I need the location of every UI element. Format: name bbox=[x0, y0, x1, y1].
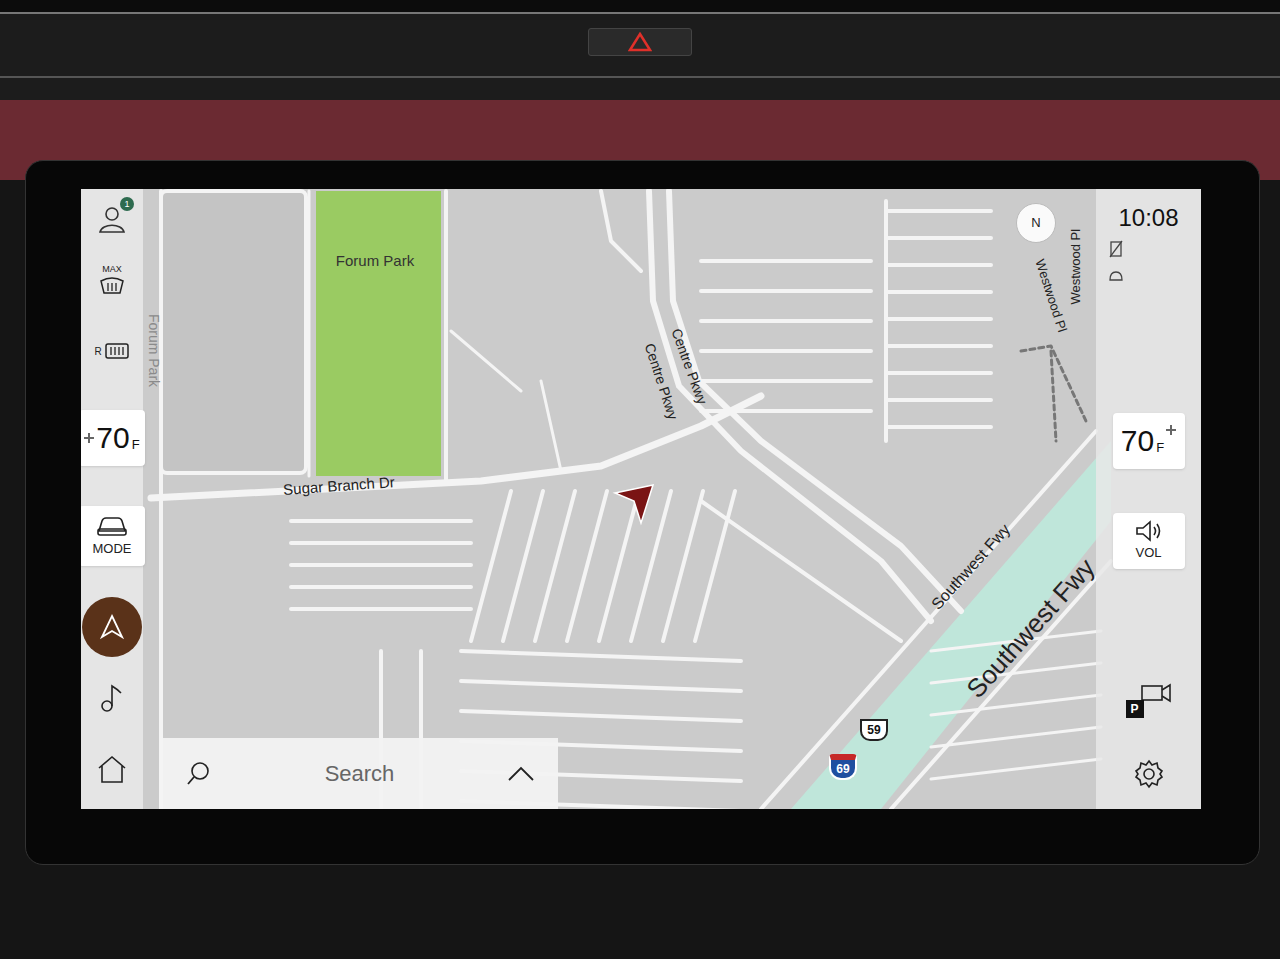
defrost-label: MAX bbox=[102, 264, 122, 275]
home-icon bbox=[96, 754, 128, 784]
navigation-arrow-icon bbox=[98, 613, 126, 641]
search-icon bbox=[185, 760, 213, 788]
display: Forum ParkForum ParkSugar Branch DrCentr… bbox=[81, 189, 1201, 809]
speaker-icon bbox=[1134, 519, 1164, 543]
profile-button[interactable]: 1 bbox=[92, 199, 132, 239]
map-label: Southwest Fwy bbox=[912, 503, 1030, 631]
map-label: Forum Park bbox=[143, 301, 164, 401]
fan-icon bbox=[1166, 425, 1176, 435]
search-bar[interactable]: Search bbox=[163, 738, 558, 809]
phone-signal-icon bbox=[1108, 239, 1124, 259]
temp-unit: F bbox=[1156, 438, 1164, 458]
car-icon bbox=[94, 513, 130, 539]
dashboard: Forum ParkForum ParkSugar Branch DrCentr… bbox=[0, 0, 1280, 959]
map-label: Sugar Branch Dr bbox=[258, 469, 419, 503]
parking-label: P bbox=[1126, 700, 1144, 718]
navigation-button[interactable] bbox=[82, 597, 142, 657]
search-label: Search bbox=[213, 757, 506, 790]
temp-unit: F bbox=[132, 435, 140, 455]
map-label: Forum Park bbox=[335, 251, 415, 270]
dash-top bbox=[0, 0, 1280, 100]
left-sidebar: 1 MAX R 70 F MODE bbox=[81, 189, 143, 809]
front-defrost-button[interactable]: MAX bbox=[90, 264, 134, 304]
compass[interactable]: N bbox=[1016, 203, 1056, 243]
settings-button[interactable] bbox=[1131, 757, 1167, 791]
compass-label: N bbox=[1031, 213, 1040, 233]
gear-icon bbox=[1133, 758, 1165, 790]
parking-camera-button[interactable]: P bbox=[1124, 678, 1174, 718]
chevron-up-icon bbox=[506, 764, 536, 784]
profile-badge: 1 bbox=[120, 197, 134, 211]
mode-label: MODE bbox=[93, 539, 132, 559]
right-sidebar: 10:08 70 F VOL P bbox=[1096, 189, 1201, 809]
fan-icon bbox=[84, 433, 94, 443]
route-shield: 69 bbox=[829, 754, 857, 780]
temp-value: 70 bbox=[1121, 426, 1154, 456]
route-shield: 59 bbox=[860, 719, 888, 741]
hazard-button[interactable] bbox=[588, 28, 692, 56]
left-temperature[interactable]: 70 F bbox=[81, 410, 145, 466]
music-button[interactable] bbox=[92, 680, 132, 716]
home-button[interactable] bbox=[92, 751, 132, 787]
rear-defrost-icon bbox=[104, 341, 130, 361]
music-note-icon bbox=[99, 683, 125, 713]
screen-bezel: Forum ParkForum ParkSugar Branch DrCentr… bbox=[25, 160, 1260, 865]
clock: 10:08 bbox=[1118, 203, 1178, 233]
mode-button[interactable]: MODE bbox=[81, 506, 145, 566]
hazard-icon bbox=[628, 32, 652, 52]
volume-label: VOL bbox=[1135, 543, 1161, 563]
rear-defrost-label: R bbox=[94, 344, 101, 359]
right-temperature[interactable]: 70 F bbox=[1113, 413, 1185, 469]
rear-defrost-button[interactable]: R bbox=[90, 336, 134, 366]
map[interactable] bbox=[81, 189, 1201, 809]
map-label: Westwood Pl bbox=[1027, 247, 1075, 344]
volume-button[interactable]: VOL bbox=[1113, 513, 1185, 569]
vehicle-status-icon bbox=[1108, 266, 1124, 286]
map-label: Westwood Pl bbox=[1066, 219, 1086, 315]
temp-value: 70 bbox=[96, 423, 129, 453]
windshield-defrost-icon bbox=[98, 275, 126, 295]
